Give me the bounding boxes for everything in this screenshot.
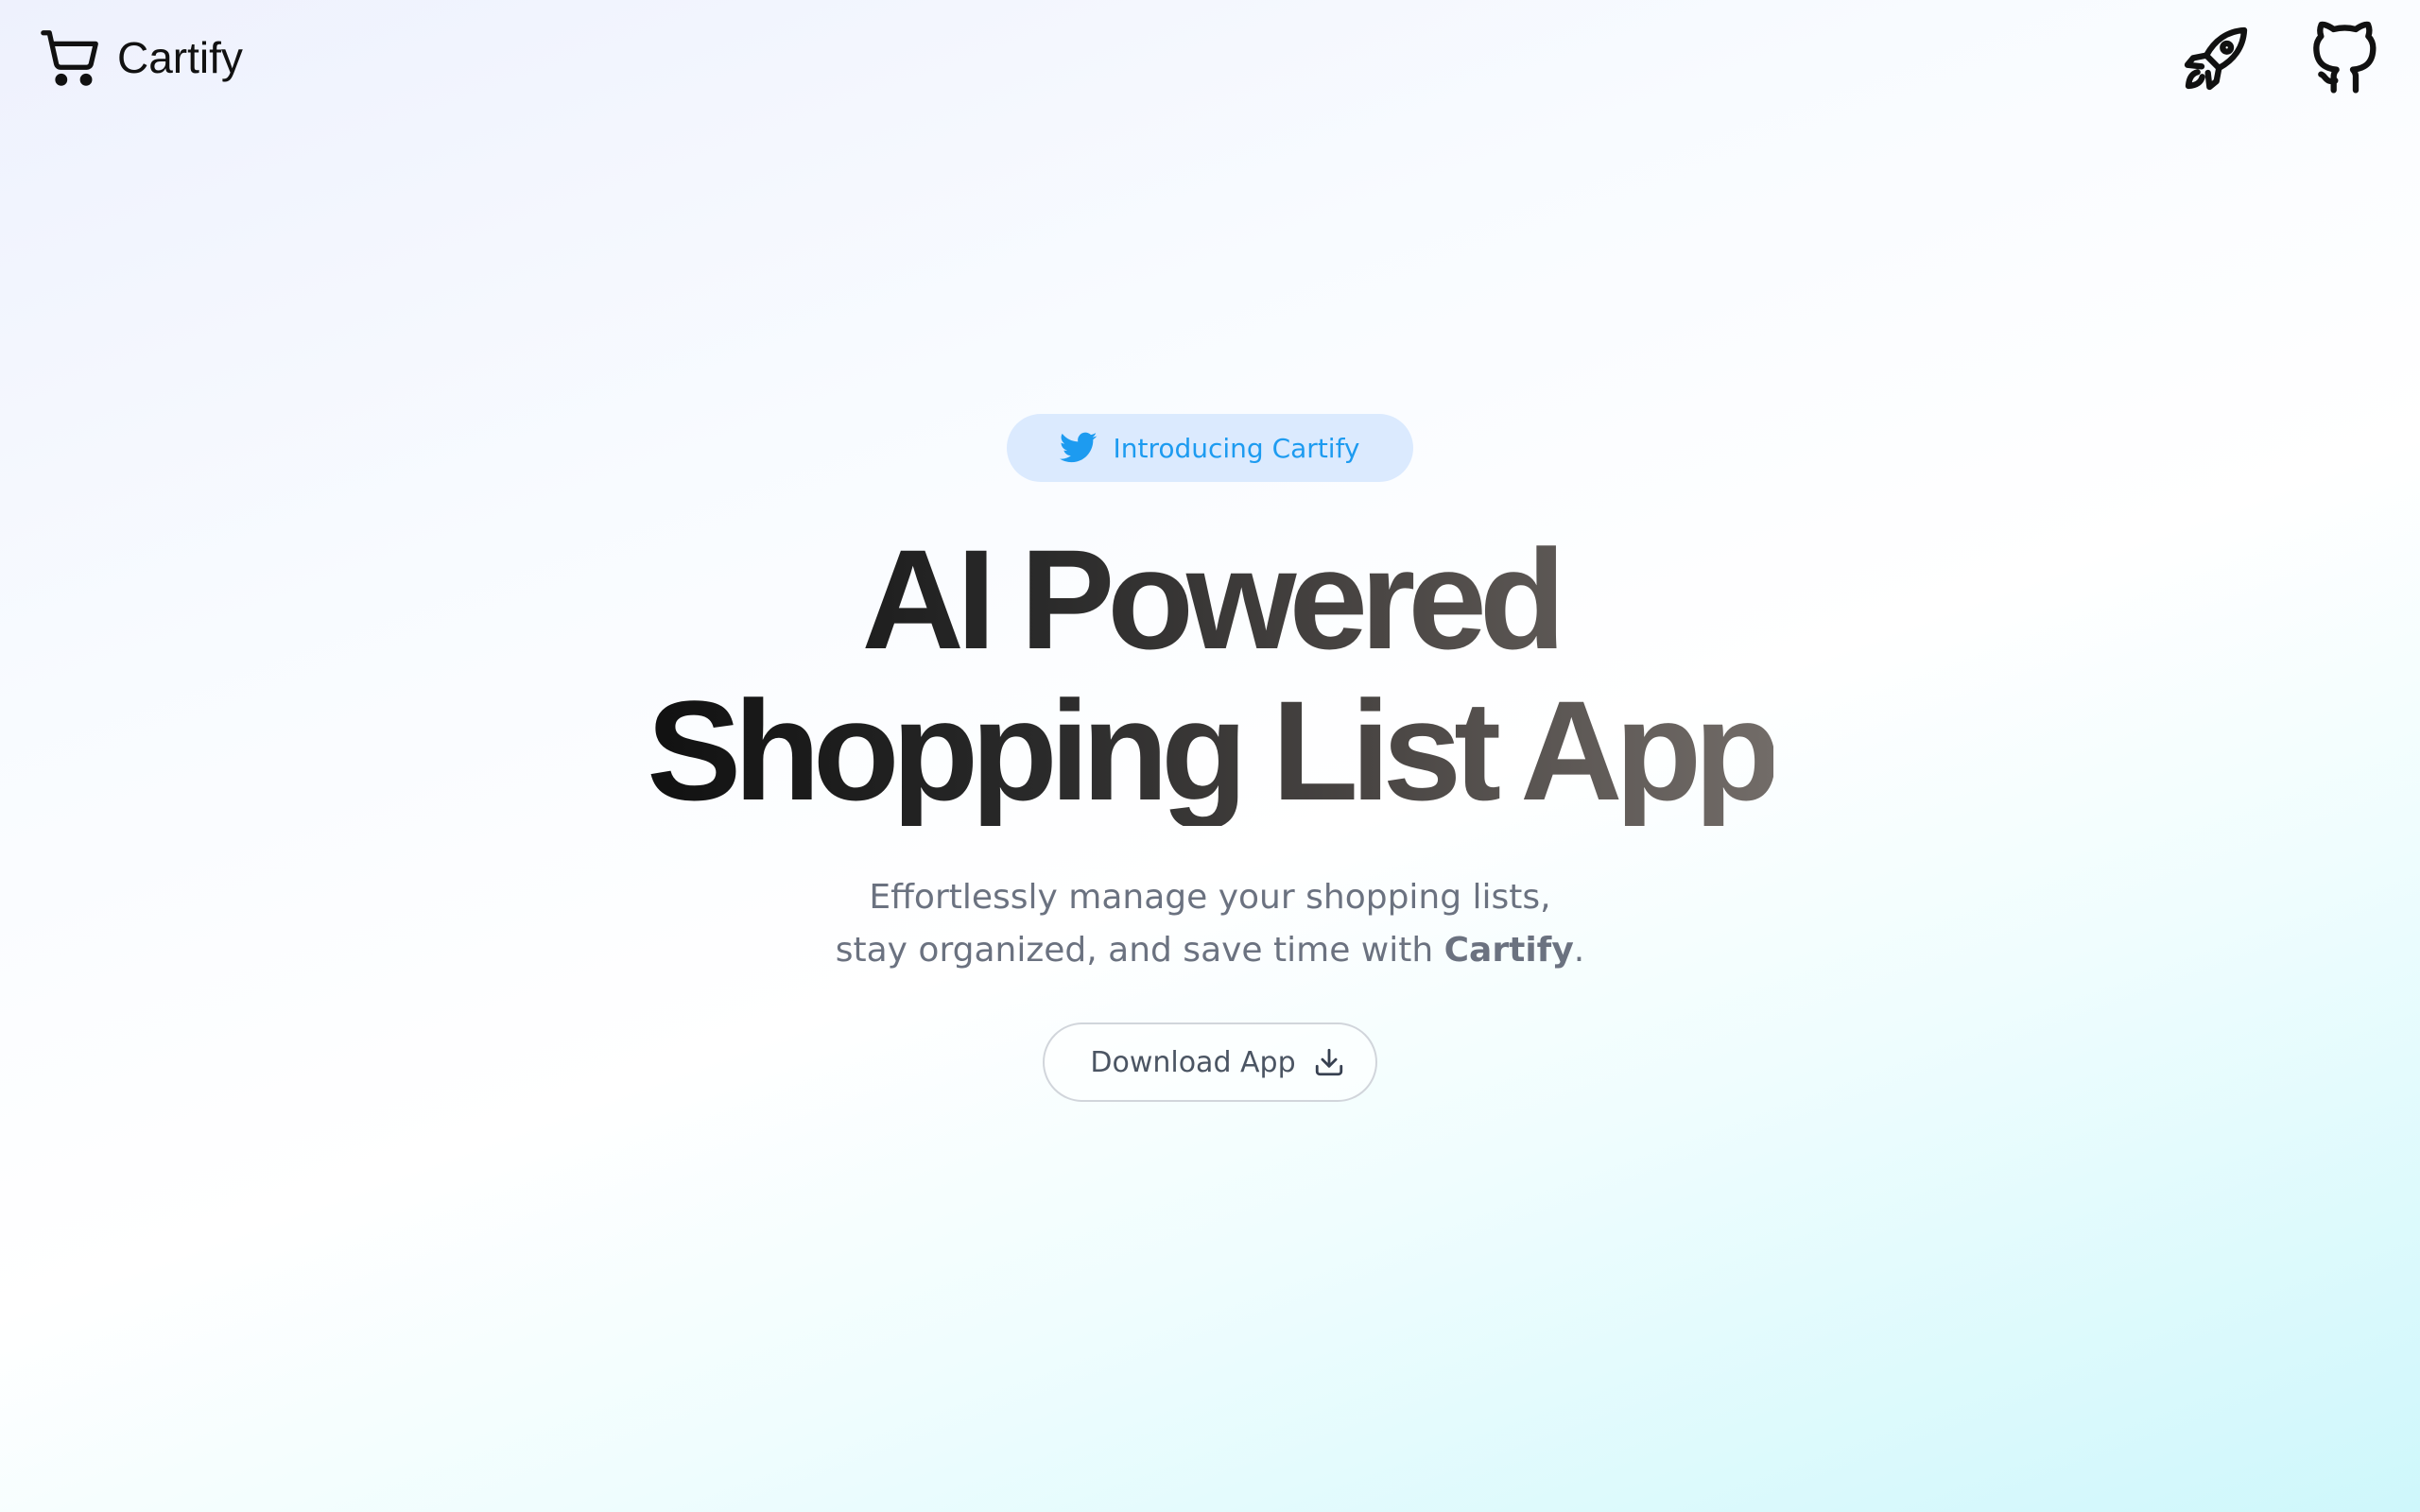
download-button-label: Download App (1090, 1045, 1296, 1079)
subtitle-line-1: Effortlessly manage your shopping lists, (869, 878, 1551, 917)
hero-section: Introducing Cartify AI Powered Shopping … (0, 414, 2420, 1102)
headline-line-2: Shopping List App (647, 671, 1773, 830)
subtitle-brand: Cartify (1443, 931, 1574, 970)
download-app-button[interactable]: Download App (1043, 1022, 1377, 1102)
brand-link[interactable]: Cartify (38, 25, 243, 91)
badge-label: Introducing Cartify (1113, 432, 1360, 464)
download-icon (1313, 1046, 1345, 1078)
headline-line-1: AI Powered (861, 520, 1559, 679)
subtitle-line-2-prefix: stay organized, and save time with (835, 931, 1434, 970)
subtitle-line-2: stay organized, and save time with Carti… (0, 924, 2420, 977)
shopping-cart-icon (38, 25, 104, 91)
top-nav: Cartify (0, 0, 2420, 123)
header-actions (2178, 21, 2384, 96)
github-icon[interactable] (2308, 21, 2384, 96)
brand-name: Cartify (117, 33, 243, 82)
twitter-icon (1060, 432, 1098, 464)
introducing-badge[interactable]: Introducing Cartify (1007, 414, 1413, 482)
headline: AI Powered Shopping List App (647, 524, 1773, 826)
rocket-icon[interactable] (2178, 21, 2254, 96)
subtitle: Effortlessly manage your shopping lists,… (0, 871, 2420, 977)
subtitle-line-2-suffix: . (1573, 931, 1585, 970)
